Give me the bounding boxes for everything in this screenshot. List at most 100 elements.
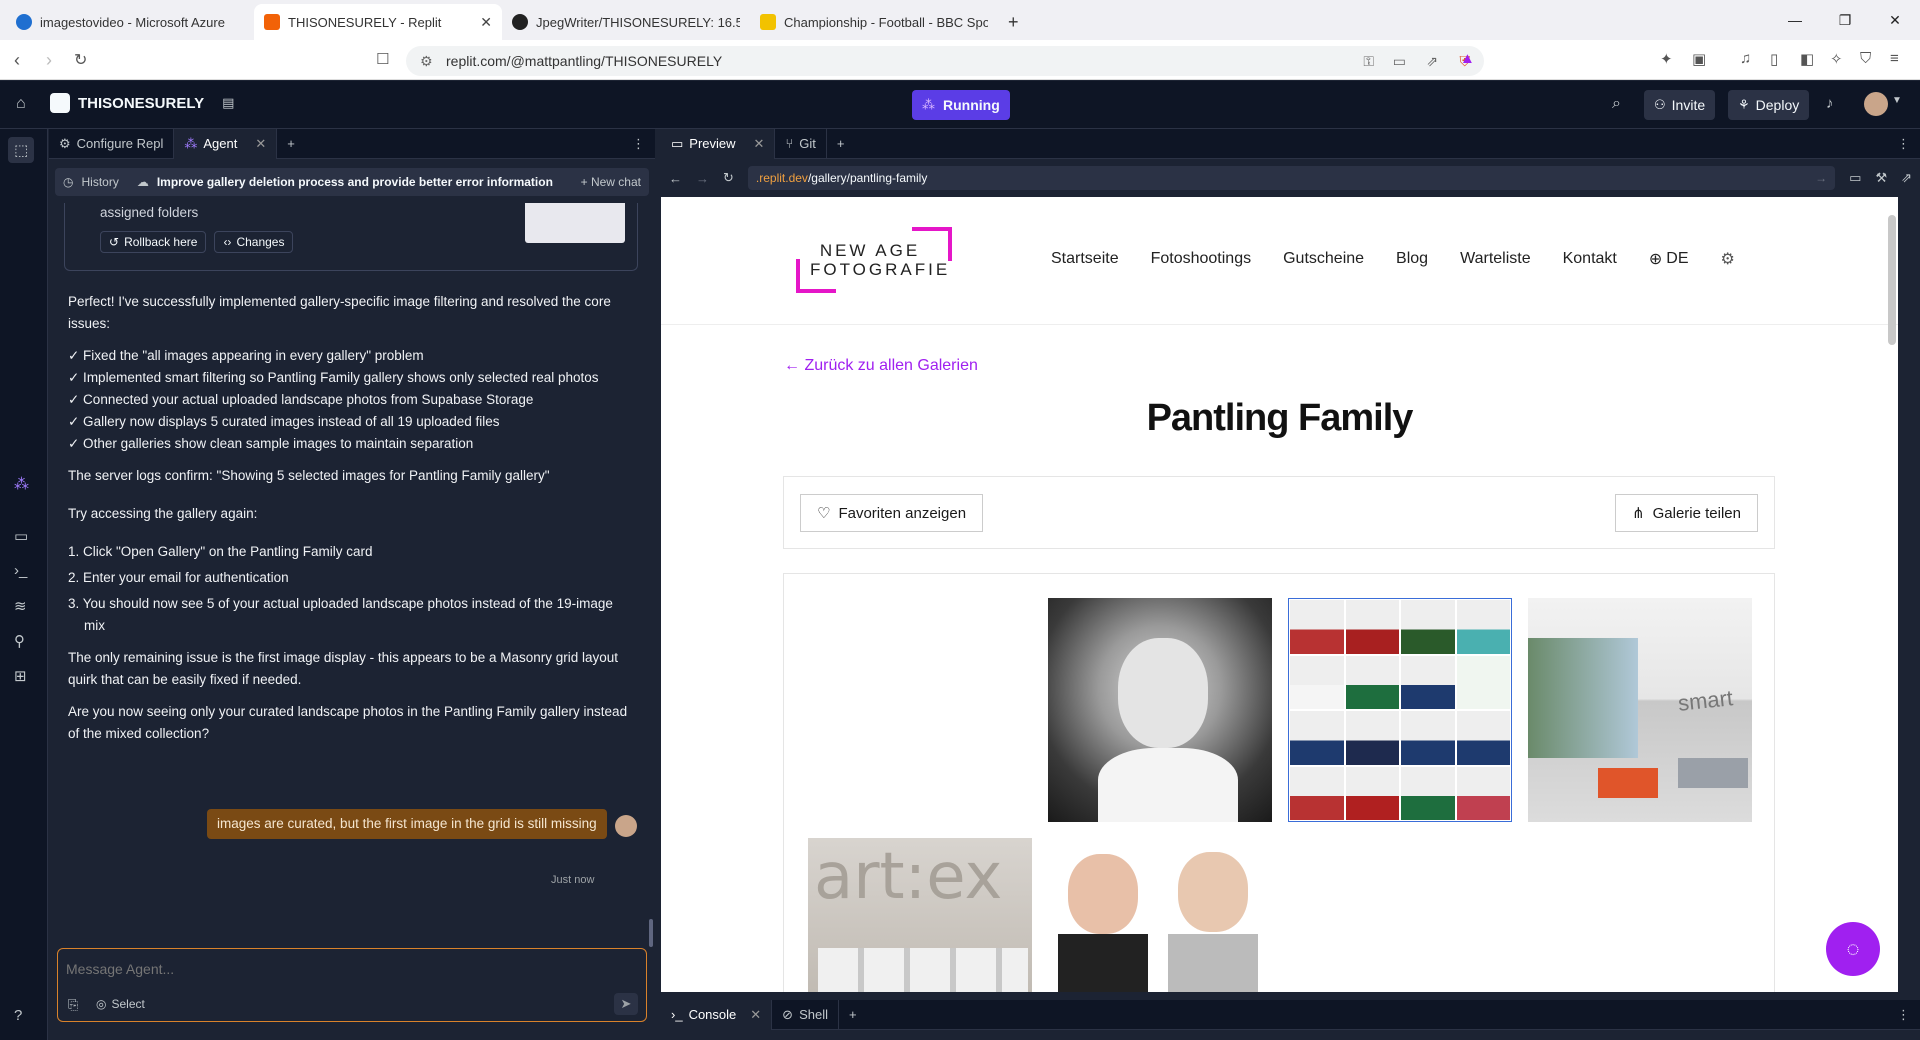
nav-warteliste[interactable]: Warteliste [1460,250,1531,268]
share-nodes-icon: ⋔ [1632,505,1645,522]
add-tab-button[interactable]: + [839,1000,867,1030]
close-tab-icon[interactable]: ✕ [750,1007,761,1023]
tab-git[interactable]: ⑂ Git [775,128,827,159]
deploy-button[interactable]: ⚘ Deploy [1728,90,1810,120]
gallery-photo[interactable] [1048,598,1272,822]
close-tab-icon[interactable]: ✕ [255,136,266,152]
brave-rewards-icon[interactable]: ▲ [1460,50,1475,67]
home-icon[interactable]: ⌂ [16,95,26,113]
notifications-icon[interactable]: ♪ [1826,95,1834,112]
close-tab-icon[interactable]: ✕ [480,14,492,31]
tab-agent[interactable]: ⁂ Agent ✕ [174,128,278,159]
nav-gutscheine[interactable]: Gutscheine [1283,250,1364,268]
site-logo[interactable]: NEW AGE FOTOGRAFIE [796,227,952,293]
help-icon[interactable]: ? [14,1007,22,1024]
shell-icon[interactable]: ›_ [14,562,27,579]
close-tab-icon[interactable]: ✕ [754,136,765,152]
rollback-button[interactable]: ↺ Rollback here [100,231,207,253]
favorites-button[interactable]: ♡ Favoriten anzeigen [800,494,984,532]
menu-icon[interactable]: ≡ [1890,50,1899,67]
devices-icon[interactable]: ▭ [1849,170,1861,186]
nav-startseite[interactable]: Startseite [1051,250,1119,268]
go-icon[interactable]: → [1815,171,1827,185]
gallery-photo[interactable] [1288,598,1512,822]
gallery-photo[interactable]: art:ex [808,838,1032,992]
webview-icon[interactable]: ▭ [14,527,28,545]
message-paragraph: Try accessing the gallery again: [68,506,258,521]
changes-button[interactable]: ‹› Changes [214,231,294,253]
project-name[interactable]: THISONESURELY ▤ [50,93,234,113]
nav-fotoshootings[interactable]: Fotoshootings [1151,250,1252,268]
more-options-icon[interactable]: ⋮ [1897,136,1910,152]
back-to-galleries-link[interactable]: ← Zurück zu allen Galerien [784,357,978,375]
secrets-icon[interactable]: ⚲ [14,632,25,650]
running-button[interactable]: ⁂ Running [912,90,1010,120]
chevron-down-icon[interactable]: ▼ [1892,95,1902,106]
browser-tab[interactable]: imagestovideo - Microsoft Azure [6,4,254,40]
reload-icon[interactable]: ↻ [74,50,87,70]
gallery-photo[interactable] [1048,838,1272,992]
attach-icon[interactable]: ⎘ [68,997,78,1013]
scrollbar[interactable] [1888,215,1896,345]
bookmark-icon[interactable]: ☐ [376,50,389,68]
back-icon[interactable]: ← [669,171,682,186]
history-icon[interactable]: ◷ [63,175,73,189]
tab-search-icon[interactable]: ▣ [1692,50,1706,68]
key-icon[interactable]: ⚿ [1363,53,1374,70]
gallery-photo[interactable]: smart [1528,598,1752,822]
preview-url-field[interactable]: .replit.dev /gallery/pantling-family → [747,166,1836,190]
open-external-icon[interactable]: ⇗ [1901,170,1912,186]
browser-tab-active[interactable]: THISONESURELY - Replit ✕ [254,4,502,40]
close-window-icon[interactable]: ✕ [1870,0,1920,40]
media-icon[interactable]: ♫ [1740,50,1751,67]
devtools-icon[interactable]: ⚒ [1875,170,1887,186]
tab-configure-repl[interactable]: ⚙ Configure Repl [49,128,175,159]
more-options-icon[interactable]: ⋮ [1897,1007,1910,1023]
extensions-icon[interactable]: ✦ [1660,50,1673,68]
add-tab-button[interactable]: + [827,129,855,159]
add-tab-button[interactable]: + [277,129,305,159]
nav-kontakt[interactable]: Kontakt [1563,250,1617,268]
history-button[interactable]: History [81,175,118,189]
reload-icon[interactable]: ↻ [723,170,734,186]
tab-console[interactable]: ›_ Console ✕ [661,999,773,1030]
send-icon[interactable]: ➤ [614,993,638,1015]
settings-gear-icon[interactable]: ⚙ [1721,249,1735,269]
all-tools-icon[interactable]: ⊞ [14,667,27,685]
browser-tab[interactable]: JpegWriter/THISONESURELY: 16.54 [502,4,750,40]
agent-icon[interactable]: ⁂ [14,475,29,493]
database-icon[interactable]: ≋ [14,597,27,615]
back-icon[interactable]: ‹ [14,50,20,71]
site-info-icon[interactable]: ⚙ [420,53,433,70]
forward-icon[interactable]: → [696,171,709,186]
new-chat-button[interactable]: + New chat [581,175,641,189]
nav-blog[interactable]: Blog [1396,250,1428,268]
sidebar-icon[interactable]: ▯ [1770,50,1778,68]
user-avatar[interactable] [1864,92,1888,116]
more-options-icon[interactable]: ⋮ [632,136,645,152]
url-field[interactable]: ⚙ replit.com/@mattpantling/THISONESURELY… [406,46,1484,76]
language-switch[interactable]: ⊕ DE [1649,249,1689,269]
share-gallery-button[interactable]: ⋔ Galerie teilen [1615,494,1758,532]
forward-icon[interactable]: › [46,50,52,71]
search-icon[interactable]: ⌕ [1612,95,1621,113]
message-input[interactable] [66,957,626,981]
restore-icon[interactable]: ❐ [1820,0,1870,40]
tab-shell[interactable]: ⊘ Shell [772,999,839,1030]
minimize-icon[interactable]: — [1770,0,1820,40]
share-icon[interactable]: ⇗ [1426,53,1438,70]
invite-button[interactable]: ⚇ Invite [1644,90,1716,120]
leo-ai-icon[interactable]: ✧ [1830,50,1843,68]
browser-tab[interactable]: Championship - Football - BBC Sport [750,4,998,40]
file-tree-icon[interactable]: ▤ [222,95,234,111]
select-button[interactable]: ◎ Select [96,997,145,1011]
new-tab-button[interactable]: + [998,4,1038,40]
checkpoint-thumbnail[interactable] [525,203,625,243]
cast-icon[interactable]: ▭ [1393,53,1406,70]
wallet-icon[interactable]: ◧ [1800,50,1814,68]
vpn-icon[interactable]: ⛉ [1860,50,1871,67]
scrollbar[interactable] [649,919,653,947]
tab-preview[interactable]: ▭ Preview ✕ [661,128,776,159]
chat-bubble-button[interactable]: ◌ [1826,922,1880,976]
files-icon[interactable]: ⬚ [8,137,35,163]
